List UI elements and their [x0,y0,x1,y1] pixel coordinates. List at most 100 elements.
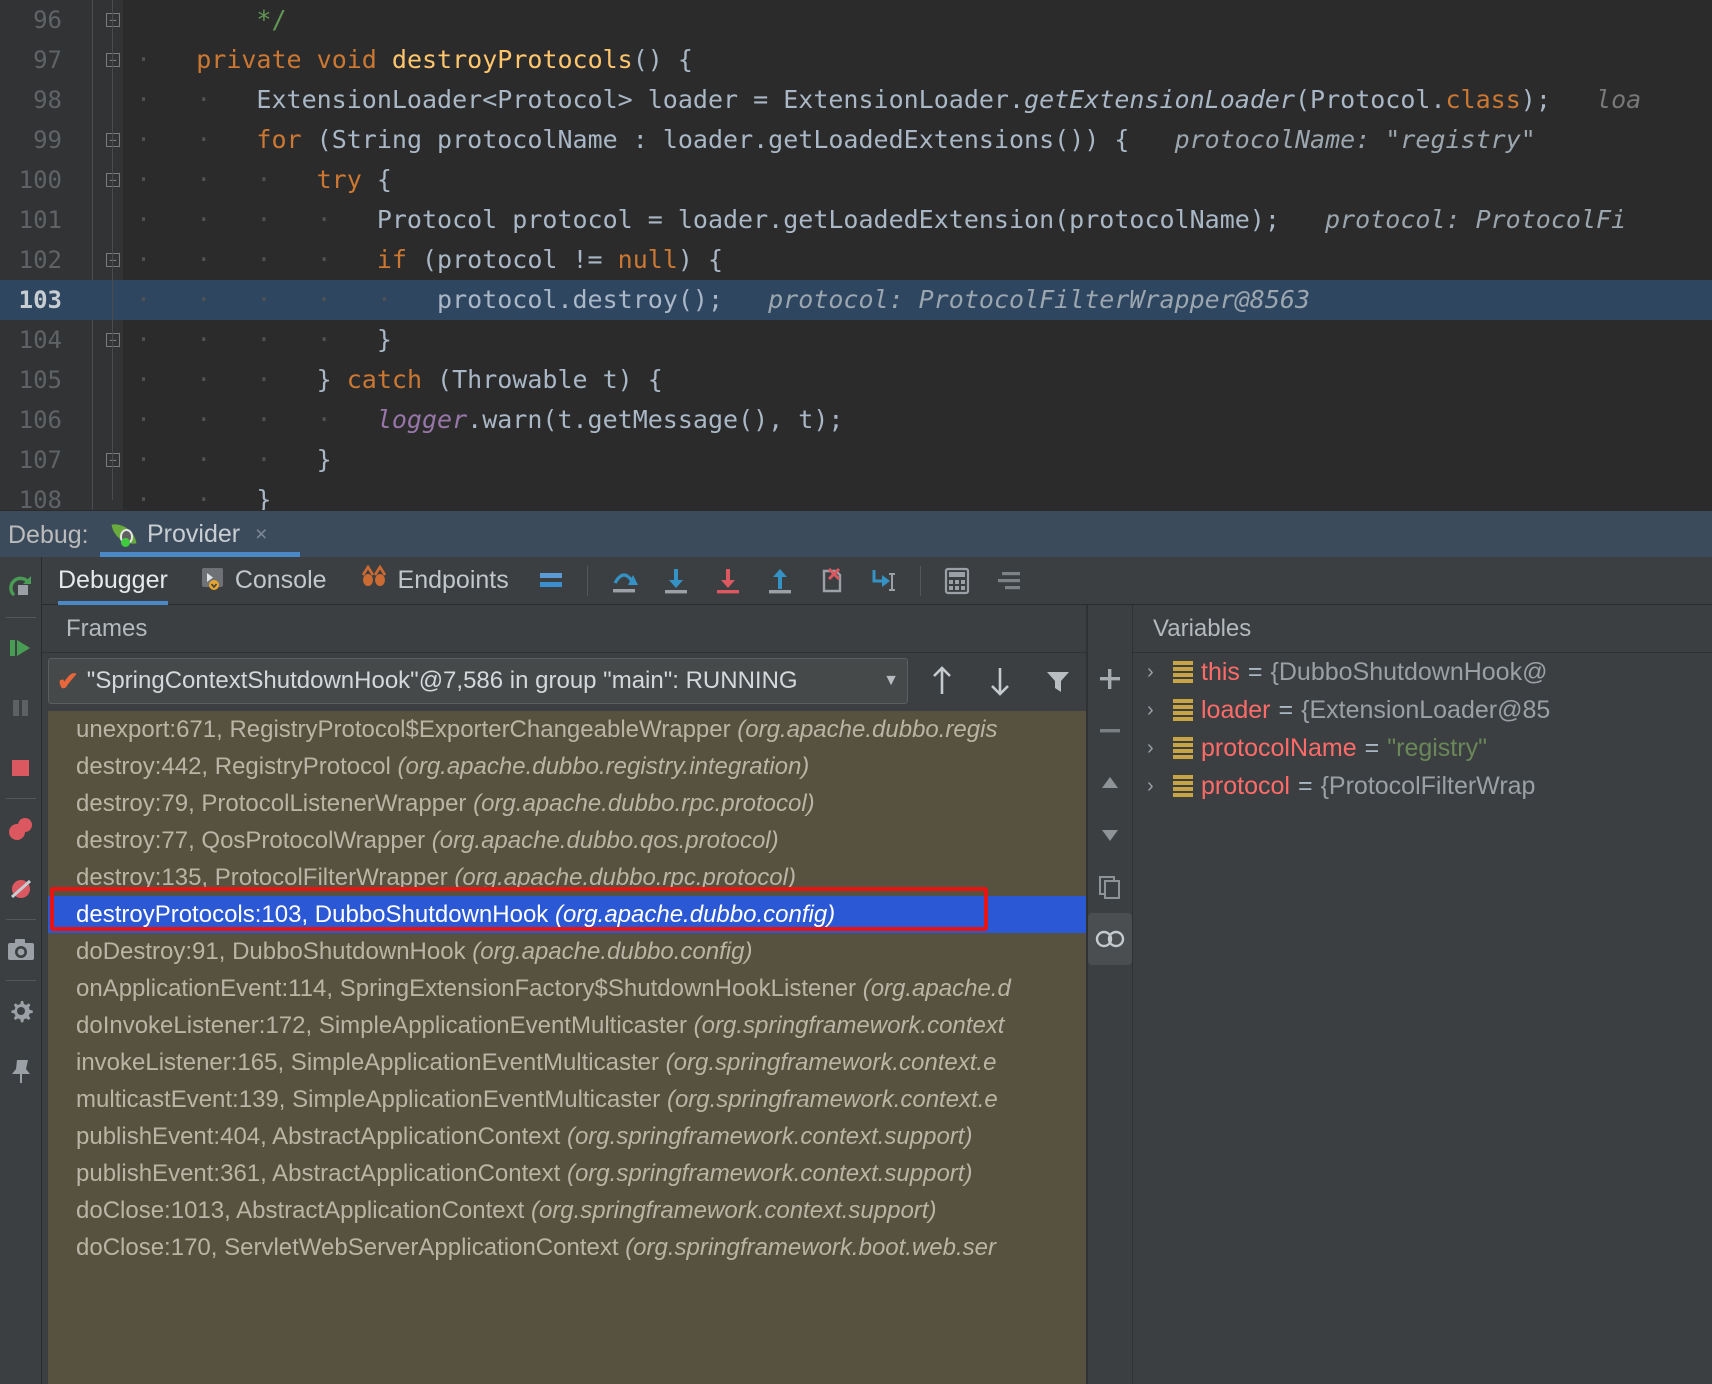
frame-row[interactable]: destroy:77, QosProtocolWrapper (org.apac… [48,822,1088,859]
frame-row[interactable]: destroy:79, ProtocolListenerWrapper (org… [48,785,1088,822]
frame-package: (org.springframework.context [693,1012,1005,1039]
frame-row[interactable]: unexport:671, RegistryProtocol$ExporterC… [48,711,1088,748]
frame-up-button[interactable] [918,658,966,704]
evaluate-expression-icon[interactable] [931,557,983,605]
resume-program-button[interactable] [0,618,42,678]
chevron-right-icon[interactable]: › [1147,699,1165,722]
settings-gear-button[interactable] [0,981,42,1041]
chevron-down-icon[interactable]: ▼ [883,672,899,690]
frame-row[interactable]: destroy:442, RegistryProtocol (org.apach… [48,748,1088,785]
pause-program-button[interactable] [0,678,42,738]
variable-row[interactable]: › protocol = {ProtocolFilterWrap [1133,767,1712,805]
frame-method: destroy:442, RegistryProtocol [76,753,398,780]
variable-row[interactable]: › this = {DubboShutdownHook@ [1133,653,1712,691]
fold-marker-97[interactable]: – [106,53,120,67]
frame-row-selected[interactable]: destroyProtocols:103, DubboShutdownHook … [48,896,1088,933]
code-line-97[interactable]: 97 · private void destroyProtocols() { [0,40,1712,80]
frame-row[interactable]: onApplicationEvent:114, SpringExtensionF… [48,970,1088,1007]
fold-marker-100[interactable]: – [106,173,120,187]
code-line-108[interactable]: 108 · · } [0,480,1712,510]
frames-list[interactable]: unexport:671, RegistryProtocol$ExporterC… [48,711,1088,1384]
remove-watch-button[interactable] [1088,705,1132,757]
pin-tab-button[interactable] [0,1041,42,1101]
frame-package: (org.apache.dubbo.regis [737,716,998,743]
fold-marker-104[interactable]: – [106,333,120,347]
debugger-toolbar[interactable]: Debugger Console Endpoints [42,557,1712,605]
step-into-icon[interactable] [650,557,702,605]
arrow-down-icon [991,668,1009,696]
stop-button[interactable] [0,738,42,798]
tab-console[interactable]: Console [184,557,343,605]
drop-frame-icon[interactable] [806,557,858,605]
code-line-100[interactable]: 100 · · · try { [0,160,1712,200]
frame-row[interactable]: publishEvent:361, AbstractApplicationCon… [48,1155,1088,1192]
code-line-107[interactable]: 107 · · · } [0,440,1712,480]
layout-settings-icon[interactable] [525,557,577,605]
rerun-button[interactable] [0,557,42,617]
fold-marker-96[interactable]: – [106,13,120,27]
frame-row[interactable]: doDestroy:91, DubboShutdownHook (org.apa… [48,933,1088,970]
run-to-cursor-icon[interactable] [858,557,910,605]
frame-package: (org.springframework.context.support) [566,1160,973,1187]
step-out-icon[interactable] [754,557,806,605]
screenshot-button[interactable] [0,920,42,980]
force-step-into-icon[interactable] [702,557,754,605]
variable-name: protocolName [1201,733,1357,762]
fold-marker-107[interactable]: – [106,453,120,467]
add-watch-button[interactable] [1088,653,1132,705]
settings-list-icon[interactable] [983,557,1035,605]
inspect-button[interactable] [1088,913,1132,965]
code-line-99[interactable]: 99 · · for (String protocolName : loader.… [0,120,1712,160]
move-watch-up-button[interactable] [1088,757,1132,809]
frame-method: doClose:170, ServletWebServerApplication… [76,1234,626,1261]
frame-method: doClose:1013, AbstractApplicationContext [76,1197,531,1224]
thread-selector-row[interactable]: ✔ "SpringContextShutdownHook"@7,586 in g… [42,653,1088,709]
variable-row[interactable]: › loader = {ExtensionLoader@85 [1133,691,1712,729]
code-line-105[interactable]: 105 · · · } catch (Throwable t) { [0,360,1712,400]
tab-debugger[interactable]: Debugger [42,557,184,605]
frames-panel-header: Frames [42,605,1088,653]
filter-frames-button[interactable] [1034,658,1082,704]
debug-toolwindow-header: Debug: Provider × [0,510,1712,557]
fold-marker-99[interactable]: – [106,133,120,147]
debug-session-tab-provider[interactable]: Provider × [100,511,279,558]
code-line-104[interactable]: 104 · · · · } [0,320,1712,360]
mute-breakpoints-button[interactable] [0,859,42,919]
move-watch-down-button[interactable] [1088,809,1132,861]
variable-row[interactable]: › protocolName = "registry" [1133,729,1712,767]
frame-row[interactable]: publishEvent:404, AbstractApplicationCon… [48,1118,1088,1155]
code-line-101[interactable]: 101 · · · · Protocol protocol = loader.ge… [0,200,1712,240]
code-editor[interactable]: 96 */ 97 · private void destroyProtocols()… [0,0,1712,510]
rerun-icon [9,576,31,596]
chevron-right-icon[interactable]: › [1147,737,1165,760]
step-over-icon[interactable] [598,557,650,605]
fold-marker-102[interactable]: – [106,253,120,267]
line-number-101: 101 [18,206,62,234]
frame-row[interactable]: doInvokeListener:172, SimpleApplicationE… [48,1007,1088,1044]
thread-combo[interactable]: ✔ "SpringContextShutdownHook"@7,586 in g… [48,658,908,704]
frame-row[interactable]: multicastEvent:139, SimpleApplicationEve… [48,1081,1088,1118]
code-line-102[interactable]: 102 · · · · if (protocol != null) { [0,240,1712,280]
close-icon[interactable]: × [255,523,267,547]
frame-method: onApplicationEvent:114, SpringExtensionF… [76,975,863,1002]
code-line-103[interactable]: 103 · · · · · protocol.destroy(); protoco… [0,280,1712,320]
frame-row[interactable]: doClose:1013, AbstractApplicationContext… [48,1192,1088,1229]
frame-method: destroy:79, ProtocolListenerWrapper [76,790,474,817]
code-line-98[interactable]: 98 · · ExtensionLoader<Protocol> loader =… [0,80,1712,120]
field-icon [1173,699,1193,721]
code-line-96[interactable]: 96 */ [0,0,1712,40]
frame-row[interactable]: invokeListener:165, SimpleApplicationEve… [48,1044,1088,1081]
tab-endpoints[interactable]: Endpoints [343,557,525,605]
frame-row[interactable]: doClose:170, ServletWebServerApplication… [48,1229,1088,1266]
variables-list[interactable]: › this = {DubboShutdownHook@ › loader = {Ex… [1133,653,1712,805]
chevron-right-icon[interactable]: › [1147,661,1165,684]
frame-down-button[interactable] [976,658,1024,704]
variable-equals: = [1278,695,1294,724]
copy-value-button[interactable] [1088,861,1132,913]
chevron-right-icon[interactable]: › [1147,775,1165,798]
debug-action-rail[interactable] [0,557,42,1384]
code-line-106[interactable]: 106 · · · · logger.warn(t.getMessage(), t… [0,400,1712,440]
watches-button-column[interactable] [1088,653,1132,1384]
view-breakpoints-button[interactable] [0,799,42,859]
frame-row[interactable]: destroy:135, ProtocolFilterWrapper (org.… [48,859,1088,896]
